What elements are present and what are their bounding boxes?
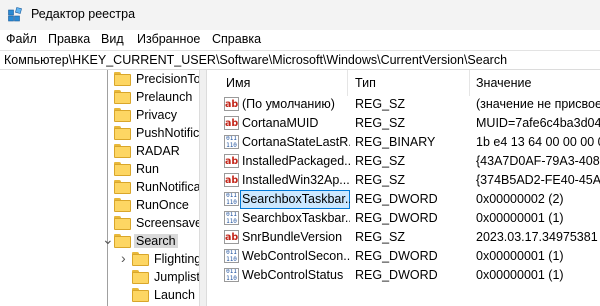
- binary-value-icon: 011 110: [224, 135, 239, 149]
- folder-icon: [114, 144, 131, 158]
- string-value-icon: ab: [224, 116, 239, 130]
- value-data: 0x00000002 (2): [476, 192, 564, 206]
- key-tree[interactable]: PrecisionTo Prelaunch Privacy PushNotific RA…: [0, 70, 199, 306]
- column-header-type[interactable]: Тип: [348, 70, 470, 96]
- tree-node-label: RunOnce: [136, 198, 189, 212]
- value-row[interactable]: ab InstalledWin32Ap... REG_SZ {374B5AD2-FE4…: [207, 171, 600, 190]
- menu-edit[interactable]: Правка: [48, 32, 90, 46]
- folder-icon: [114, 90, 131, 104]
- value-type: REG_SZ: [355, 173, 406, 187]
- menu-view[interactable]: Вид: [101, 32, 124, 46]
- value-name: CortanaMUID: [242, 116, 319, 130]
- value-row[interactable]: 011 110 SearchboxTaskbar... REG_DWORD 0x0000…: [207, 190, 600, 209]
- value-row[interactable]: ab InstalledPackaged... REG_SZ {43A7D0AF-79…: [207, 152, 600, 171]
- value-name: SnrBundleVersion: [242, 230, 343, 244]
- chevron-right-icon[interactable]: ›: [121, 250, 126, 266]
- folder-icon: [114, 234, 131, 248]
- value-data: 0x00000001 (1): [476, 268, 564, 282]
- value-type: REG_SZ: [355, 230, 406, 244]
- column-type-label: Тип: [355, 76, 376, 90]
- folder-icon: [114, 108, 131, 122]
- folder-icon: [114, 180, 131, 194]
- value-data: 0x00000001 (1): [476, 249, 564, 263]
- tree-node-label: Screensave: [136, 216, 199, 230]
- value-type: REG_SZ: [355, 154, 406, 168]
- value-type: REG_DWORD: [355, 211, 438, 225]
- string-value-icon: ab: [224, 97, 239, 111]
- tree-node-label: Flighting: [154, 252, 199, 266]
- pane-splitter[interactable]: [199, 70, 207, 306]
- tree-node-label: PrecisionTo: [136, 72, 199, 86]
- value-data: 0x00000001 (1): [476, 211, 564, 225]
- value-row[interactable]: 011 110 WebControlSecon... REG_DWORD 0x00000…: [207, 247, 600, 266]
- value-row[interactable]: abCortanaMUID REG_SZ MUID=7afe6c4ba3d04c1: [207, 114, 600, 133]
- column-header-name[interactable]: Имя: [207, 70, 345, 96]
- binary-value-icon: 011 110: [224, 268, 239, 282]
- tree-guide-line: [107, 70, 108, 306]
- title-bar: Редактор реестра: [0, 0, 600, 30]
- string-value-icon: ab: [224, 230, 239, 244]
- column-name-label: Имя: [226, 76, 251, 90]
- value-name: InstalledPackaged...: [242, 154, 350, 168]
- chevron-down-icon[interactable]: ⌄: [102, 231, 114, 248]
- value-type: REG_DWORD: [355, 268, 438, 282]
- value-type: REG_SZ: [355, 97, 406, 111]
- value-name: InstalledWin32Ap...: [242, 173, 350, 187]
- value-name: SearchboxTaskbar...: [242, 211, 350, 225]
- value-row[interactable]: ab (По умолчанию) REG_SZ (значение не присв…: [207, 95, 600, 114]
- value-type: REG_DWORD: [355, 249, 438, 263]
- window-title: Редактор реестра: [31, 7, 136, 21]
- folder-icon: [114, 198, 131, 212]
- binary-value-icon: 011 110: [224, 192, 239, 206]
- tree-node-label: Jumplist: [154, 270, 199, 284]
- tree-node-label: Privacy: [136, 108, 177, 122]
- binary-value-icon: 011 110: [224, 249, 239, 263]
- value-row[interactable]: ab SnrBundleVersion REG_SZ 2023.03.17.34975…: [207, 228, 600, 247]
- value-name: CortanaStateLastR...: [242, 135, 350, 149]
- menu-favorites[interactable]: Избранное: [137, 32, 200, 46]
- value-row[interactable]: 011 110 CortanaStateLastR... REG_BINARY 1b e…: [207, 133, 600, 152]
- value-name: SearchboxTaskbar...: [242, 192, 350, 206]
- value-name: WebControlStatus: [242, 268, 344, 282]
- folder-icon: [132, 288, 149, 302]
- menu-help[interactable]: Справка: [212, 32, 261, 46]
- tree-node-label: Search: [134, 234, 178, 248]
- value-type: REG_DWORD: [355, 192, 438, 206]
- value-data: 2023.03.17.34975381: [476, 230, 598, 244]
- value-data: 1b e4 13 64 00 00 00 00: [476, 135, 600, 149]
- values-list[interactable]: Имя Тип Значение ab (По умолчанию) REG_SZ(…: [207, 70, 600, 306]
- string-value-icon: ab: [224, 173, 239, 187]
- folder-icon: [132, 270, 149, 284]
- value-type: REG_BINARY: [355, 135, 436, 149]
- folder-icon: [132, 252, 149, 266]
- tree-node-label: Run: [136, 162, 159, 176]
- menu-file[interactable]: Файл: [6, 32, 37, 46]
- value-name: WebControlSecon...: [242, 249, 350, 263]
- value-data: (значение не присвоено): [476, 97, 600, 111]
- tree-node-label: Launch: [154, 288, 196, 302]
- value-row[interactable]: 011 110 WebControlStatus REG_DWORD 0x0000000…: [207, 266, 600, 285]
- folder-icon: [114, 126, 131, 140]
- column-value-label: Значение: [476, 76, 532, 90]
- value-data: {374B5AD2-FE40-45AA-: [476, 173, 600, 187]
- menu-bar: Файл Правка Вид Избранное Справка: [0, 30, 600, 50]
- tree-node-label: PushNotific: [136, 126, 199, 140]
- column-header-value[interactable]: Значение: [470, 70, 600, 96]
- folder-icon: [114, 162, 131, 176]
- string-value-icon: ab: [224, 154, 239, 168]
- value-type: REG_SZ: [355, 116, 406, 130]
- value-row[interactable]: 011 110 SearchboxTaskbar... REG_DWORD 0x0000…: [207, 209, 600, 228]
- tree-node-label: RunNotifica: [136, 180, 199, 194]
- folder-icon: [114, 72, 131, 86]
- value-data: {43A7D0AF-79A3-4080-: [476, 154, 600, 168]
- address-path[interactable]: Компьютер\HKEY_CURRENT_USER\Software\Mic…: [4, 53, 507, 67]
- tree-node-label: Prelaunch: [136, 90, 193, 104]
- value-data: MUID=7afe6c4ba3d04c1: [476, 116, 600, 130]
- value-name: (По умолчанию): [242, 97, 335, 111]
- folder-icon: [114, 216, 131, 230]
- address-bar[interactable]: Компьютер\HKEY_CURRENT_USER\Software\Mic…: [0, 50, 600, 70]
- registry-editor-app-icon: [8, 7, 22, 22]
- tree-node-label: RADAR: [136, 144, 180, 158]
- binary-value-icon: 011 110: [224, 211, 239, 225]
